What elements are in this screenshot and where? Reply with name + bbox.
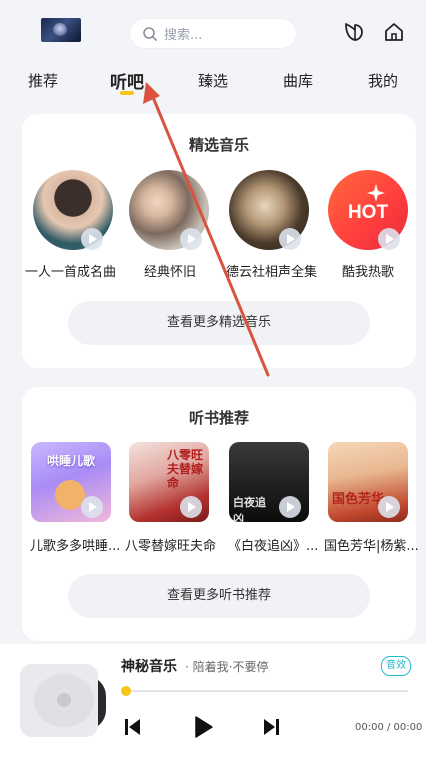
next-track-icon[interactable] (262, 717, 280, 737)
hot-thumb-text: HOT (347, 202, 389, 223)
profile-avatar[interactable] (41, 18, 81, 42)
more-featured-music-button[interactable]: 查看更多精选音乐 (68, 301, 370, 345)
progress-knob[interactable] (121, 686, 131, 696)
search-placeholder: 搜索... (164, 28, 203, 43)
leaf-icon[interactable] (342, 20, 366, 44)
tab-select[interactable]: 臻选 (198, 70, 228, 91)
active-tab-indicator (120, 91, 134, 95)
audiobook-title: 听书推荐 (188, 409, 249, 427)
audiobook-thumb-text-3: 白夜追凶 (233, 496, 266, 522)
progress-bar[interactable] (126, 690, 408, 692)
featured-label-1[interactable]: 一人一首成名曲 (25, 261, 116, 280)
play-icon[interactable] (378, 496, 400, 518)
search-bar[interactable]: 搜索... (130, 19, 296, 48)
play-icon[interactable] (279, 228, 301, 250)
audiobook-thumb-text-1: 哄睡儿歌 (46, 454, 95, 468)
featured-label-2[interactable]: 经典怀旧 (144, 261, 196, 280)
featured-label-3[interactable]: 德云社相声全集 (226, 261, 317, 280)
featured-label-4[interactable]: 酷我热歌 (342, 261, 394, 280)
song-title: 神秘音乐 (121, 659, 177, 675)
audiobook-label-4[interactable]: 国色芳华|杨紫... (324, 535, 419, 554)
disc-icon (34, 674, 94, 727)
tab-mine[interactable]: 我的 (368, 70, 398, 91)
home-icon[interactable] (382, 20, 406, 44)
song-artist: · 陪着我·不要停 (185, 660, 269, 674)
play-pause-icon[interactable] (190, 715, 214, 739)
previous-track-icon[interactable] (124, 717, 142, 737)
play-icon[interactable] (180, 228, 202, 250)
top-bar: 搜索... (0, 0, 426, 64)
audiobook-label-1[interactable]: 儿歌多多哄睡... (30, 535, 120, 554)
tab-library[interactable]: 曲库 (283, 70, 313, 91)
audiobook-thumb-text-2: 八零旺夫替嫁命 (167, 448, 204, 490)
search-icon (143, 26, 157, 41)
playback-time: 00:00 / 00:00 (355, 722, 423, 733)
play-icon[interactable] (81, 496, 103, 518)
tab-listen[interactable]: 听吧 (110, 68, 144, 93)
tab-bar: 推荐 听吧 臻选 曲库 我的 (0, 66, 426, 96)
play-icon[interactable] (180, 496, 202, 518)
audiobook-label-2[interactable]: 八零替嫁旺夫命 (125, 535, 216, 554)
play-icon[interactable] (279, 496, 301, 518)
play-icon[interactable] (378, 228, 400, 250)
featured-music-title: 精选音乐 (188, 136, 249, 154)
more-audiobooks-button[interactable]: 查看更多听书推荐 (68, 574, 370, 618)
sound-effect-badge[interactable]: 音效 (381, 656, 411, 676)
play-icon[interactable] (81, 228, 103, 250)
tab-recommend[interactable]: 推荐 (28, 70, 58, 91)
album-cover[interactable] (20, 664, 106, 737)
audiobook-label-3[interactable]: 《白夜追凶》... (228, 535, 318, 554)
